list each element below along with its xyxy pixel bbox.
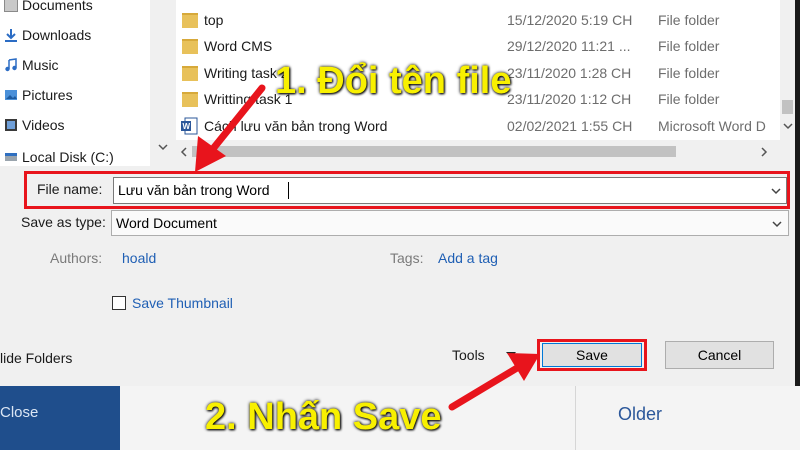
annotation-step-1: 1. Đổi tên file <box>275 60 512 102</box>
annotation-step-2: 2. Nhấn Save <box>205 396 442 438</box>
arrow-to-save <box>448 353 540 411</box>
arrow-to-file-name <box>195 84 266 172</box>
